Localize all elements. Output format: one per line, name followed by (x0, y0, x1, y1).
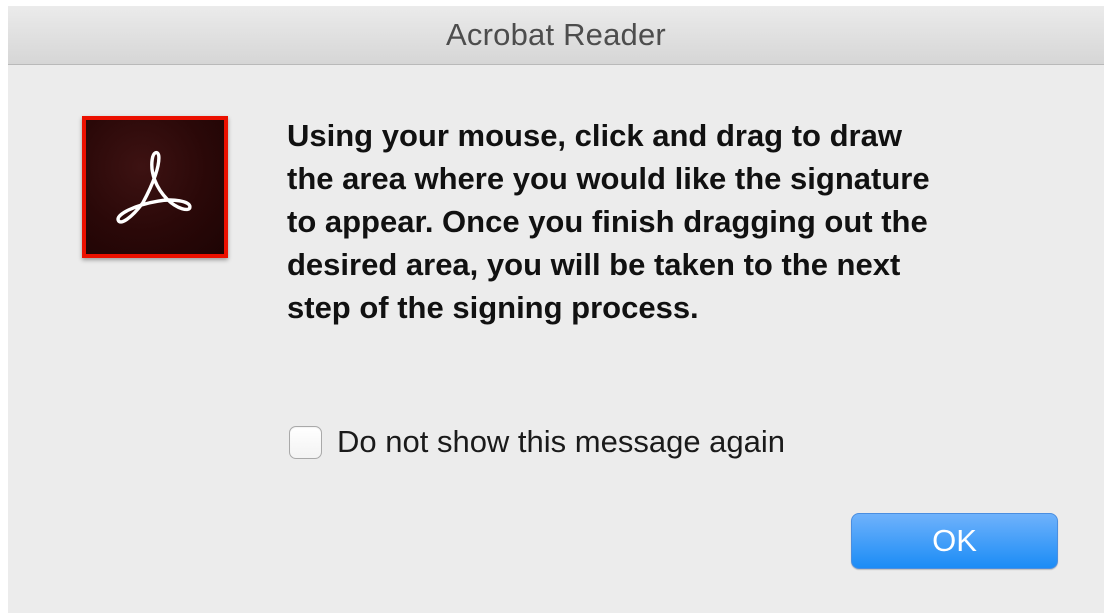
do-not-show-again-checkbox[interactable] (289, 425, 322, 459)
acrobat-logo-icon (116, 150, 192, 224)
window-title: Acrobat Reader (446, 17, 666, 52)
checkbox-label[interactable]: Do not show this message again (337, 424, 785, 460)
adobe-acrobat-icon (82, 116, 228, 258)
alert-dialog: Acrobat Reader Using your mouse, click a… (8, 6, 1104, 613)
dialog-message: Using your mouse, click and drag to draw… (287, 118, 930, 325)
do-not-show-again-option[interactable]: Do not show this message again (289, 424, 785, 460)
title-bar[interactable]: Acrobat Reader (8, 6, 1104, 65)
ok-button[interactable]: OK (851, 513, 1058, 569)
